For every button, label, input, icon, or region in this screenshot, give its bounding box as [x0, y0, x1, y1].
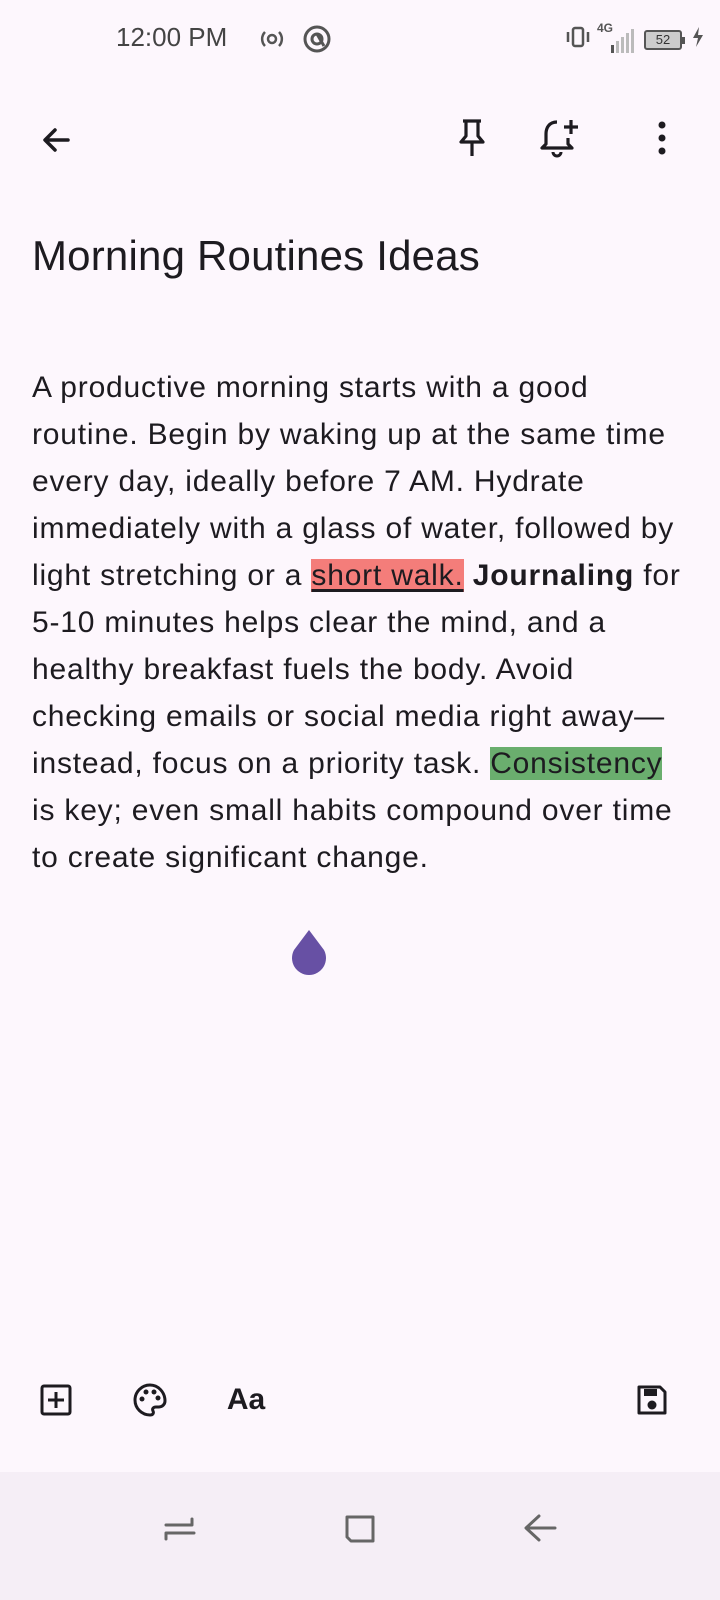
highlighted-text-red: short walk. — [311, 559, 464, 592]
status-right-icons: 4G 52 — [565, 21, 704, 55]
charging-icon — [692, 26, 704, 53]
bold-text: Journaling — [472, 559, 635, 592]
status-time: 12:00 PM — [116, 22, 228, 52]
add-content-button[interactable] — [30, 1370, 82, 1430]
pin-button[interactable] — [444, 110, 500, 166]
home-icon — [345, 1515, 375, 1543]
app-bar — [0, 100, 720, 180]
add-box-icon — [40, 1384, 72, 1416]
recent-apps-icon — [164, 1517, 196, 1541]
status-bar: 12:00 PM 4G 52 — [0, 0, 720, 78]
note-body-text — [464, 559, 473, 592]
sync-icon — [302, 24, 332, 59]
system-back-button[interactable] — [512, 1500, 568, 1556]
highlighted-text-green: Consistency — [490, 747, 663, 780]
save-button[interactable] — [626, 1370, 678, 1430]
note-body[interactable]: A productive morning starts with a good … — [32, 364, 692, 881]
bottom-toolbar: Aa — [0, 1370, 720, 1430]
note-title[interactable]: Morning Routines Ideas — [32, 232, 692, 280]
system-navigation-bar — [0, 1472, 720, 1600]
add-alert-icon — [540, 120, 578, 158]
background-color-button[interactable] — [124, 1370, 176, 1430]
more-options-button[interactable] — [634, 110, 690, 166]
reminder-button[interactable] — [532, 110, 588, 166]
back-button[interactable] — [28, 112, 84, 168]
back-triangle-icon — [524, 1514, 557, 1542]
hotspot-icon — [258, 25, 286, 58]
text-cursor-handle[interactable] — [288, 928, 330, 978]
more-vert-icon — [658, 121, 666, 155]
signal-icon: 4G — [597, 21, 634, 53]
palette-icon — [133, 1383, 167, 1417]
pin-icon — [459, 119, 485, 156]
save-icon — [637, 1385, 667, 1415]
recent-apps-button[interactable] — [152, 1500, 208, 1556]
network-type: 4G — [597, 20, 614, 35]
home-button[interactable] — [332, 1500, 388, 1556]
battery-icon: 52 — [644, 29, 685, 50]
arrow-back-icon — [43, 128, 70, 152]
vibrate-icon — [565, 24, 591, 55]
text-format-button[interactable]: Aa — [220, 1370, 272, 1430]
note-body-text: is key; even small habits compound over … — [32, 794, 673, 874]
status-left-icons — [258, 24, 332, 59]
